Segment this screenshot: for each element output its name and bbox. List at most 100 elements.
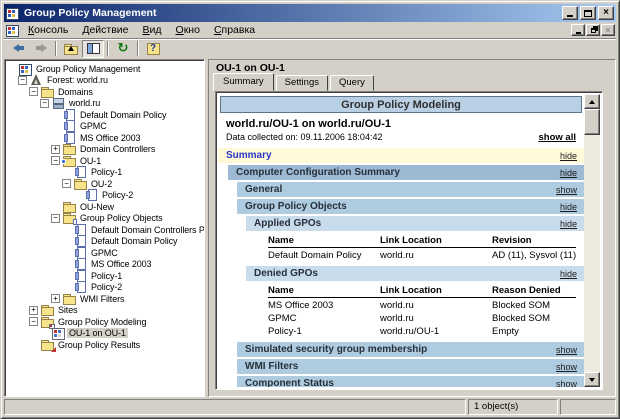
expand-icon[interactable]: + [29, 306, 38, 315]
tree-item-ms-office-2003[interactable]: MS Office 2003 [5, 132, 204, 144]
tree-item-forest-world-ru[interactable]: −Forest: world.ru [5, 75, 204, 87]
tree-item-label: GPMC [89, 248, 120, 258]
section-wmi-filters: WMI Filtersshow [237, 359, 584, 374]
tree-item-default-domain-policy[interactable]: Default Domain Policy [5, 109, 204, 121]
hide-link[interactable]: hide [560, 168, 577, 178]
close-icon: × [605, 26, 610, 35]
expand-icon[interactable]: + [51, 145, 60, 154]
help-button[interactable]: ? [142, 40, 164, 58]
tree-item-label: Group Policy Management [34, 64, 142, 74]
refresh-button[interactable]: ↻ [112, 40, 134, 58]
collapse-icon[interactable]: − [29, 317, 38, 326]
scroll-down-button[interactable] [584, 372, 600, 387]
tree-item-domains[interactable]: −Domains [5, 86, 204, 98]
mdi-restore-button[interactable] [586, 24, 600, 36]
show-console-tree-icon [87, 43, 100, 54]
table-cell: world.ru [380, 300, 492, 311]
mdi-minimize-button[interactable] [571, 24, 585, 36]
folder-icon [63, 293, 76, 305]
tree-item-label: OU-1 on OU-1 [67, 328, 128, 338]
tree-item-label: Default Domain Policy [89, 236, 179, 246]
up-one-level-icon [64, 43, 78, 55]
gpmc-window: Group Policy Management × КонсольДействи… [0, 0, 620, 419]
collapse-icon[interactable]: − [51, 214, 60, 223]
collapse-icon[interactable]: − [40, 99, 49, 108]
tree-item-ou-new[interactable]: OU-New [5, 201, 204, 213]
scroll-thumb[interactable] [584, 109, 600, 135]
tree-item-sites[interactable]: +Sites [5, 305, 204, 317]
tree-item-ou-2[interactable]: − OU-2 [5, 178, 204, 190]
minimize-button[interactable] [562, 6, 578, 20]
collapse-icon[interactable]: − [51, 156, 60, 165]
tab-summary[interactable]: Summary [213, 73, 274, 91]
expand-icon[interactable]: + [51, 294, 60, 303]
section-group-policy-objects: Group Policy Objectshide [237, 199, 584, 214]
tree-item-group-policy-management[interactable]: Group Policy Management [5, 63, 204, 75]
tab-settings[interactable]: Settings [276, 75, 328, 91]
tree-item-policy-1[interactable]: Policy-1 [5, 270, 204, 282]
scroll-overlay-icon [73, 219, 77, 225]
section-label: Component Status [245, 378, 334, 387]
tree-item-world-ru[interactable]: −world.ru [5, 98, 204, 110]
tree-item-group-policy-results[interactable]: Group Policy Results [5, 339, 204, 351]
tree-item-domain-controllers[interactable]: +Domain Controllers [5, 144, 204, 156]
collapse-icon[interactable]: − [18, 76, 27, 85]
tree-item-gpmc[interactable]: GPMC [5, 247, 204, 259]
menu-[interactable]: Вид [136, 23, 169, 37]
details-pane: OU-1 on OU-1 SummarySettingsQuery Group … [208, 59, 616, 397]
table-cell: Blocked SOM [492, 313, 576, 324]
menu-[interactable]: Консоль [21, 23, 75, 37]
report-header: Group Policy Modeling [220, 96, 582, 113]
folder-icon [41, 316, 54, 328]
tree-item-ms-office-2003[interactable]: MS Office 2003 [5, 259, 204, 271]
hide-link[interactable]: hide [560, 269, 577, 279]
collapse-icon[interactable]: − [29, 87, 38, 96]
close-button[interactable]: × [598, 6, 614, 20]
forward-button[interactable] [30, 40, 52, 58]
show-console-tree-button[interactable] [82, 40, 104, 58]
folder-icon [74, 178, 87, 190]
tree-item-policy-1[interactable]: Policy-1 [5, 167, 204, 179]
table-row: Default Domain Policyworld.ruAD (11), Sy… [268, 249, 576, 262]
hide-link[interactable]: hide [560, 202, 577, 212]
menu-[interactable]: Окно [169, 23, 207, 37]
show-all-link[interactable]: show all [539, 132, 576, 143]
collapse-icon[interactable]: − [62, 179, 71, 188]
show-link[interactable]: show [556, 362, 577, 372]
tree-item-default-domain-controllers-policy[interactable]: Default Domain Controllers Policy [5, 224, 204, 236]
report-scrollbar[interactable] [584, 94, 600, 387]
show-link[interactable]: show [556, 185, 577, 195]
tree-item-policy-2[interactable]: Policy-2 [5, 282, 204, 294]
arrow-down-icon [589, 378, 595, 382]
tree-item-label: OU-2 [89, 179, 114, 189]
show-link[interactable]: show [556, 345, 577, 355]
section-general: Generalshow [237, 182, 584, 197]
window-title: Group Policy Management [24, 7, 562, 19]
section-label: Computer Configuration Summary [236, 167, 400, 178]
tree-item-group-policy-modeling[interactable]: −Group Policy Modeling [5, 316, 204, 328]
tree-item-group-policy-objects[interactable]: −Group Policy Objects [5, 213, 204, 225]
tree-item-ou-1[interactable]: −OU-1 [5, 155, 204, 167]
tree-item-default-domain-policy[interactable]: Default Domain Policy [5, 236, 204, 248]
up-one-level-button[interactable] [60, 40, 82, 58]
tree-item-policy-2[interactable]: Policy-2 [5, 190, 204, 202]
show-link[interactable]: show [556, 379, 577, 388]
title-bar[interactable]: Group Policy Management × [4, 4, 616, 22]
tab-query[interactable]: Query [330, 75, 374, 91]
tree-item-gpmc[interactable]: GPMC [5, 121, 204, 133]
tree-item-ou-1-on-ou-1[interactable]: OU-1 on OU-1 [5, 328, 204, 340]
back-button[interactable] [8, 40, 30, 58]
menu-[interactable]: Справка [207, 23, 262, 37]
gpo-icon [74, 270, 87, 282]
scroll-up-button[interactable] [584, 94, 600, 109]
hide-link[interactable]: hide [560, 219, 577, 229]
maximize-button[interactable] [580, 6, 596, 20]
table-header: NameLink LocationRevision [268, 234, 576, 248]
folder-icon [41, 339, 54, 351]
gpo-icon [74, 224, 87, 236]
tree-item-wmi-filters[interactable]: +WMI Filters [5, 293, 204, 305]
menu-[interactable]: Действие [75, 23, 135, 37]
hide-link[interactable]: hide [560, 151, 577, 161]
mdi-close-button[interactable]: × [601, 24, 615, 36]
table-cell: Blocked SOM [492, 300, 576, 311]
